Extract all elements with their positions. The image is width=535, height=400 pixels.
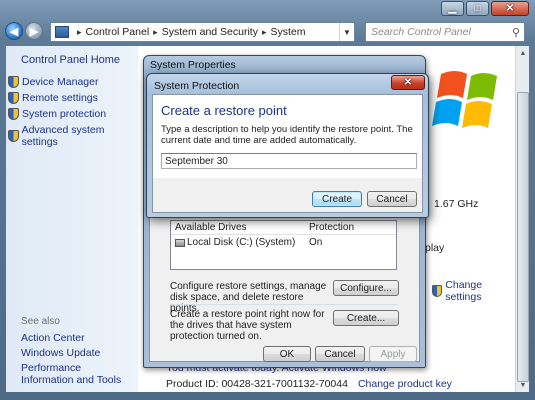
column-header-drives[interactable]: Available Drives bbox=[175, 222, 247, 233]
drive-name: Local Disk (C:) (System) bbox=[187, 237, 296, 248]
change-settings-link[interactable]: Change settings bbox=[432, 279, 515, 303]
sidebar-item-label: Remote settings bbox=[22, 92, 98, 104]
hard-disk-icon bbox=[175, 239, 185, 247]
minimize-button[interactable]: ▁ bbox=[441, 1, 464, 16]
shield-icon bbox=[8, 130, 19, 142]
sidebar-item-label: Device Manager bbox=[22, 76, 99, 88]
product-id: Product ID: 00428-321-7001132-70044 bbox=[166, 378, 348, 390]
system-protection-dialog: System Protection ✕ Create a restore poi… bbox=[146, 73, 429, 218]
window-controls: ▁ □ ✕ bbox=[441, 1, 529, 16]
change-settings-label: Change settings bbox=[445, 279, 483, 303]
sidebar-item-device-manager[interactable]: Device Manager bbox=[8, 76, 98, 88]
scroll-down-icon[interactable]: ▼ bbox=[516, 378, 530, 392]
table-row[interactable]: Local Disk (C:) (System) On bbox=[171, 236, 396, 250]
search-placeholder: Search Control Panel bbox=[371, 26, 471, 38]
shield-icon bbox=[432, 285, 443, 297]
dialog-heading: Create a restore point bbox=[161, 103, 287, 118]
vertical-scrollbar[interactable]: ▲ ▼ bbox=[515, 46, 529, 392]
sidebar-item-advanced-system-settings[interactable]: Advanced system settings bbox=[8, 124, 138, 148]
sidebar-item-system-protection[interactable]: System protection bbox=[8, 108, 106, 120]
breadcrumb-separator: ▸ bbox=[77, 26, 82, 37]
left-nav-pane: Control Panel Home Device Manager Remote… bbox=[6, 46, 138, 392]
dialog-content-area: Create a restore point Type a descriptio… bbox=[153, 95, 422, 178]
breadcrumb-system-and-security[interactable]: System and Security bbox=[162, 26, 258, 38]
breadcrumb-separator: ▸ bbox=[261, 26, 267, 37]
forward-icon[interactable]: ▶ bbox=[25, 22, 43, 40]
windows-logo bbox=[430, 59, 509, 143]
configure-button[interactable]: Configure... bbox=[333, 280, 399, 296]
search-icon[interactable]: ⚲ bbox=[512, 26, 520, 39]
create-description: Create a restore point right now for the… bbox=[170, 309, 325, 342]
cancel-button[interactable]: Cancel bbox=[315, 346, 365, 362]
shield-icon bbox=[8, 76, 19, 88]
display-info-fragment: play bbox=[425, 242, 445, 254]
action-center-link[interactable]: Action Center bbox=[21, 332, 85, 344]
breadcrumb-separator: ▸ bbox=[153, 26, 158, 37]
shield-icon bbox=[8, 108, 19, 120]
sidebar-item-remote-settings[interactable]: Remote settings bbox=[8, 92, 98, 104]
dialog-title: System Protection bbox=[154, 80, 240, 92]
cpu-speed-value: 1.67 GHz bbox=[434, 198, 479, 210]
navigation-bar: ◀ ▶ ▸ Control Panel ▸ System and Securit… bbox=[0, 20, 535, 44]
windows-update-link[interactable]: Windows Update bbox=[21, 347, 100, 359]
drive-protection: On bbox=[309, 237, 323, 248]
close-button[interactable]: ✕ bbox=[491, 1, 529, 16]
chevron-down-icon[interactable]: ▼ bbox=[339, 23, 354, 41]
breadcrumb-control-panel[interactable]: Control Panel bbox=[86, 26, 150, 38]
dialog-title: System Properties bbox=[150, 59, 236, 71]
performance-information-link[interactable]: Performance Information and Tools bbox=[21, 362, 133, 386]
apply-button[interactable]: Apply bbox=[369, 346, 417, 362]
dialog-body: Create a restore point Type a descriptio… bbox=[152, 94, 423, 213]
address-bar[interactable]: ▸ Control Panel ▸ System and Security ▸ … bbox=[50, 22, 355, 42]
create-restore-point-button[interactable]: Create... bbox=[333, 310, 399, 326]
close-button[interactable]: ✕ bbox=[391, 75, 425, 90]
shield-icon bbox=[8, 92, 19, 104]
drives-table[interactable]: Available Drives Protection Local Disk (… bbox=[170, 220, 397, 270]
back-icon[interactable]: ◀ bbox=[5, 22, 23, 40]
sidebar-item-label: Advanced system settings bbox=[21, 124, 105, 148]
dialog-description: Type a description to help you identify … bbox=[161, 124, 413, 146]
see-also-heading: See also bbox=[21, 316, 60, 327]
search-input[interactable]: Search Control Panel ⚲ bbox=[365, 22, 525, 42]
ok-button[interactable]: OK bbox=[263, 346, 311, 362]
scroll-up-icon[interactable]: ▲ bbox=[516, 46, 530, 60]
column-header-protection[interactable]: Protection bbox=[309, 222, 354, 233]
table-header: Available Drives Protection bbox=[171, 221, 396, 235]
create-button[interactable]: Create bbox=[312, 191, 362, 207]
product-id-row: Product ID: 00428-321-7001132-70044 Chang… bbox=[166, 378, 452, 390]
control-panel-home-link[interactable]: Control Panel Home bbox=[21, 54, 120, 66]
sidebar-item-label: System protection bbox=[22, 108, 107, 120]
change-product-key-link[interactable]: Change product key bbox=[358, 378, 452, 390]
maximize-button[interactable]: □ bbox=[466, 1, 489, 16]
restore-point-description-input[interactable] bbox=[161, 153, 417, 169]
cancel-button[interactable]: Cancel bbox=[367, 191, 417, 207]
control-panel-icon bbox=[55, 26, 69, 38]
divider bbox=[170, 304, 397, 305]
breadcrumb-system[interactable]: System bbox=[271, 26, 306, 38]
scroll-thumb[interactable] bbox=[517, 92, 529, 382]
